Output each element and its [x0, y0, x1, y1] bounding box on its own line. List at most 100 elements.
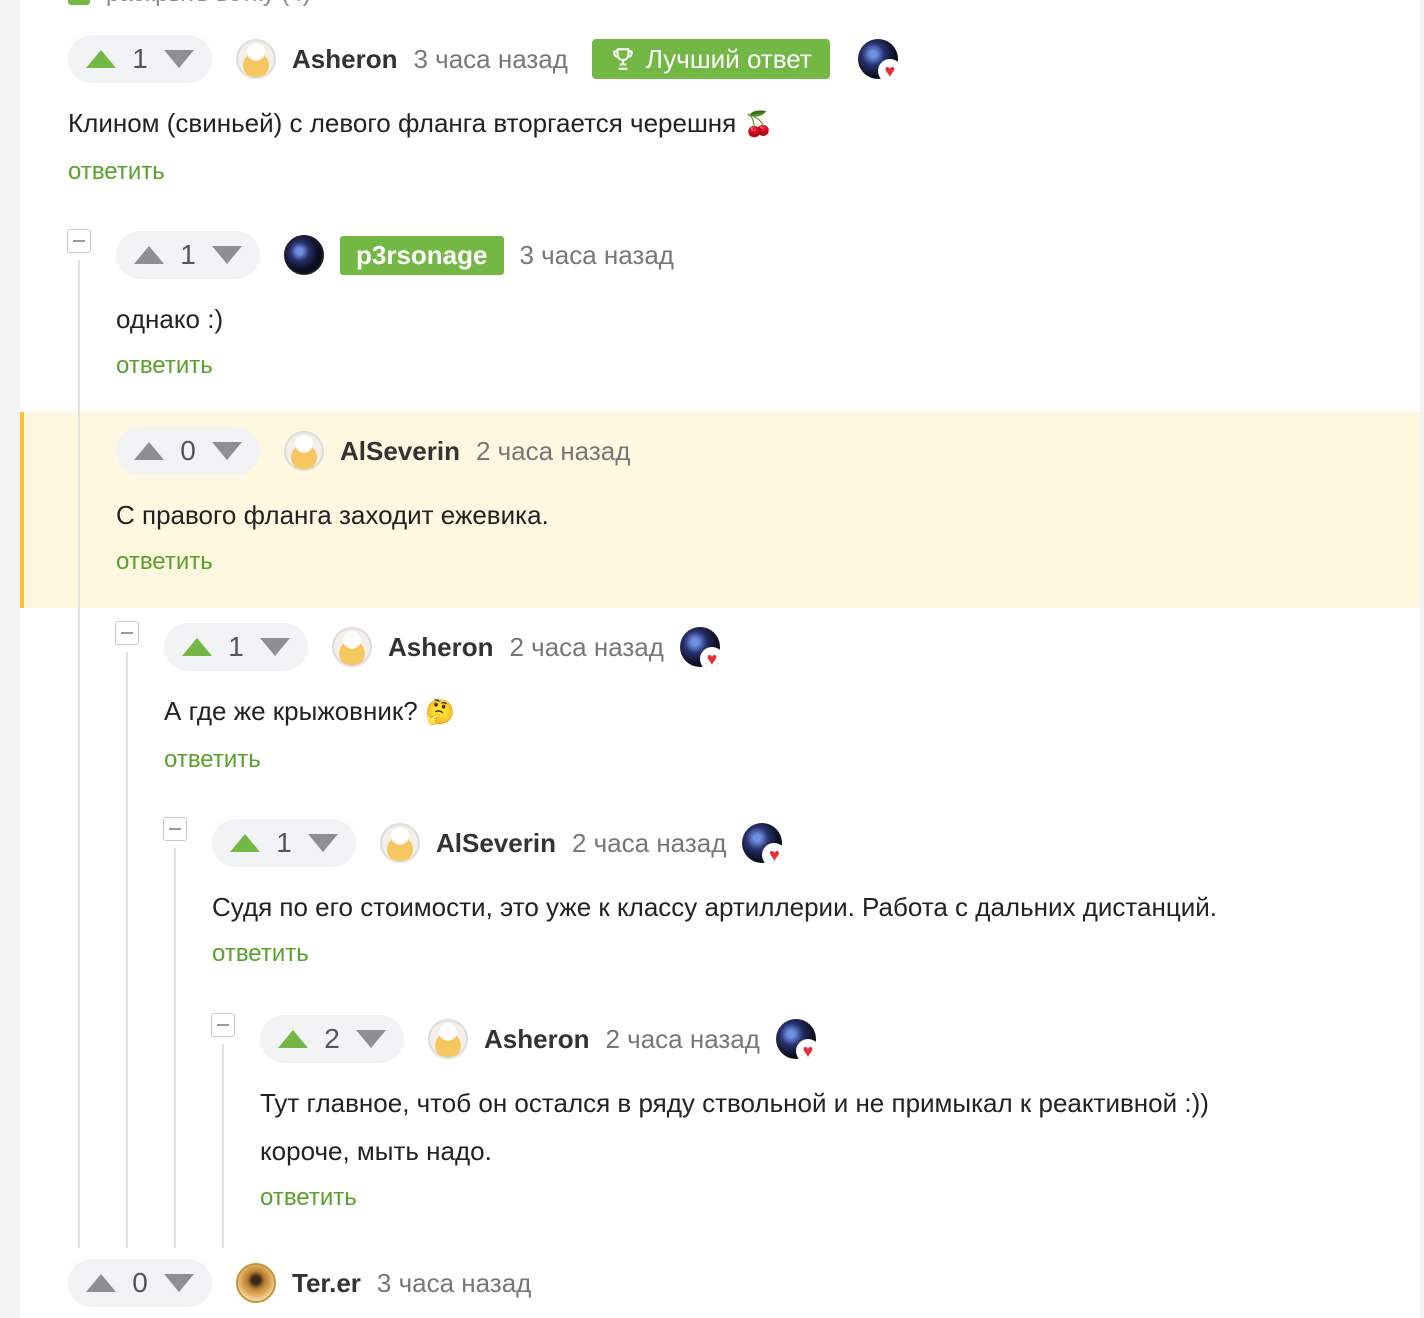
comment: 0 Ter.er 3 часа назад: [68, 1259, 531, 1307]
comment-time[interactable]: 2 часа назад: [476, 436, 630, 467]
reply-link[interactable]: ответить: [116, 351, 674, 381]
comment-time[interactable]: 2 часа назад: [605, 1024, 759, 1055]
collapse-thread-button[interactable]: [211, 1013, 235, 1037]
upvote-arrow-icon[interactable]: [86, 50, 116, 68]
vote-count: 1: [228, 631, 244, 662]
author-name[interactable]: AlSeverin: [436, 828, 556, 859]
reply-link[interactable]: ответить: [212, 939, 1217, 969]
comment: 1 AlSeverin 2 часа назад ♥ Судя по его с…: [212, 819, 1217, 969]
vote-count: 1: [276, 827, 292, 858]
comment: 2 Asheron 2 часа назад ♥ Тут главное, чт…: [260, 1015, 1209, 1213]
trophy-icon: [613, 48, 633, 70]
comment-highlighted: 0 AlSeverin 2 часа назад С правого фланг…: [116, 427, 630, 577]
thread-line-level-3: [174, 848, 176, 1248]
best-answer-badge: Лучший ответ: [591, 39, 830, 79]
author-name[interactable]: Asheron: [388, 632, 493, 663]
comment-time[interactable]: 3 часа назад: [377, 1268, 531, 1299]
heart-icon: ♥: [699, 647, 724, 671]
profile-badge-icon: ♥: [679, 627, 724, 671]
profile-badge-icon: ♥: [857, 39, 902, 83]
avatar[interactable]: [284, 431, 324, 471]
comment: 1 p3rsonage 3 часа назад однако :) ответ…: [116, 231, 674, 381]
heart-icon: ♥: [877, 59, 902, 83]
comment-text-body: А где же крыжовник?: [164, 696, 418, 726]
vote-widget: 1: [164, 623, 308, 671]
vote-count: 0: [132, 1267, 148, 1298]
comment-text-line: Тут главное, чтоб он остался в ряду ство…: [260, 1088, 1209, 1118]
comment-header: 1 AlSeverin 2 часа назад ♥: [212, 819, 1217, 867]
thread-line-level-2: [126, 652, 128, 1248]
thread-line-level-4: [222, 1044, 224, 1248]
vote-count: 0: [180, 435, 196, 466]
comments-card: раскрыть ветку (4) 1 Asheron 3 часа наза…: [20, 0, 1420, 1318]
comment-header: 1 Asheron 2 часа назад ♥: [164, 623, 724, 671]
downvote-arrow-icon[interactable]: [356, 1030, 386, 1048]
vote-count: 1: [132, 43, 148, 74]
author-name[interactable]: Asheron: [292, 44, 397, 75]
best-answer-label: Лучший ответ: [645, 43, 812, 74]
vote-widget: 2: [260, 1015, 404, 1063]
downvote-arrow-icon[interactable]: [164, 1274, 194, 1292]
expand-thread-link[interactable]: раскрыть ветку (4): [106, 0, 311, 8]
vote-widget: 0: [68, 1259, 212, 1307]
thread-line-level-1: [78, 260, 80, 1248]
comment-time[interactable]: 2 часа назад: [509, 632, 663, 663]
author-name[interactable]: Ter.er: [292, 1268, 361, 1299]
comment-time[interactable]: 3 часа назад: [520, 240, 674, 271]
author-name-op[interactable]: p3rsonage: [340, 235, 504, 275]
comment-text-body: Клином (свиньей) с левого фланга вторгае…: [68, 108, 737, 138]
comment: 1 Asheron 3 часа назад Лучший ответ ♥ Кл…: [68, 35, 902, 187]
comment-header: 1 p3rsonage 3 часа назад: [116, 231, 674, 279]
downvote-arrow-icon[interactable]: [260, 638, 290, 656]
vote-widget: 0: [116, 427, 260, 475]
reply-link[interactable]: ответить: [68, 157, 898, 187]
reply-link[interactable]: ответить: [260, 1183, 1209, 1213]
heart-icon: ♥: [762, 843, 787, 867]
profile-badge-icon: ♥: [742, 823, 787, 867]
comment-time[interactable]: 2 часа назад: [572, 828, 726, 859]
upvote-arrow-icon[interactable]: [230, 834, 260, 852]
profile-badge-icon: ♥: [775, 1019, 820, 1063]
comment-text: однако :): [116, 304, 224, 334]
expand-checkbox-icon[interactable]: [68, 0, 90, 5]
comment-text: Судя по его стоимости, это уже к классу …: [212, 892, 1218, 922]
downvote-arrow-icon[interactable]: [308, 834, 338, 852]
upvote-arrow-icon[interactable]: [86, 1274, 116, 1292]
collapse-thread-button[interactable]: [163, 817, 187, 841]
comment-header: 0 AlSeverin 2 часа назад: [116, 427, 630, 475]
upvote-arrow-icon[interactable]: [278, 1030, 308, 1048]
reply-link[interactable]: ответить: [164, 745, 720, 775]
avatar[interactable]: [236, 39, 276, 79]
comment-time[interactable]: 3 часа назад: [413, 44, 567, 75]
avatar[interactable]: [428, 1019, 468, 1059]
upvote-arrow-icon[interactable]: [182, 638, 212, 656]
comment-text-line: короче, мыть надо.: [260, 1136, 492, 1166]
vote-widget: 1: [116, 231, 260, 279]
downvote-arrow-icon[interactable]: [212, 246, 242, 264]
expand-thread-row[interactable]: раскрыть ветку (4): [68, 0, 311, 8]
collapse-thread-button[interactable]: [115, 621, 139, 645]
avatar[interactable]: [380, 823, 420, 863]
author-name[interactable]: Asheron: [484, 1024, 589, 1055]
comment-header: 2 Asheron 2 часа назад ♥: [260, 1015, 1209, 1063]
upvote-arrow-icon[interactable]: [134, 246, 164, 264]
comment-text: Клином (свиньей) с левого фланга вторгае…: [68, 99, 898, 149]
heart-icon: ♥: [795, 1039, 820, 1063]
avatar[interactable]: [236, 1263, 276, 1303]
comment-text: А где же крыжовник? 🤔: [164, 687, 720, 737]
author-name[interactable]: AlSeverin: [340, 436, 460, 467]
reply-link[interactable]: ответить: [116, 547, 630, 577]
comment: 1 Asheron 2 часа назад ♥ А где же крыжов…: [164, 623, 724, 775]
comment-header: 0 Ter.er 3 часа назад: [68, 1259, 531, 1307]
avatar[interactable]: [284, 235, 324, 275]
thinking-face-emoji-icon: 🤔: [424, 699, 455, 726]
vote-widget: 1: [68, 35, 212, 83]
avatar[interactable]: [332, 627, 372, 667]
collapse-thread-button[interactable]: [67, 229, 91, 253]
upvote-arrow-icon[interactable]: [134, 442, 164, 460]
comment-text: С правого фланга заходит ежевика.: [116, 500, 549, 530]
vote-count: 2: [324, 1023, 340, 1054]
comment-text: Тут главное, чтоб он остался в ряду ство…: [260, 1079, 1209, 1175]
downvote-arrow-icon[interactable]: [212, 442, 242, 460]
downvote-arrow-icon[interactable]: [164, 50, 194, 68]
